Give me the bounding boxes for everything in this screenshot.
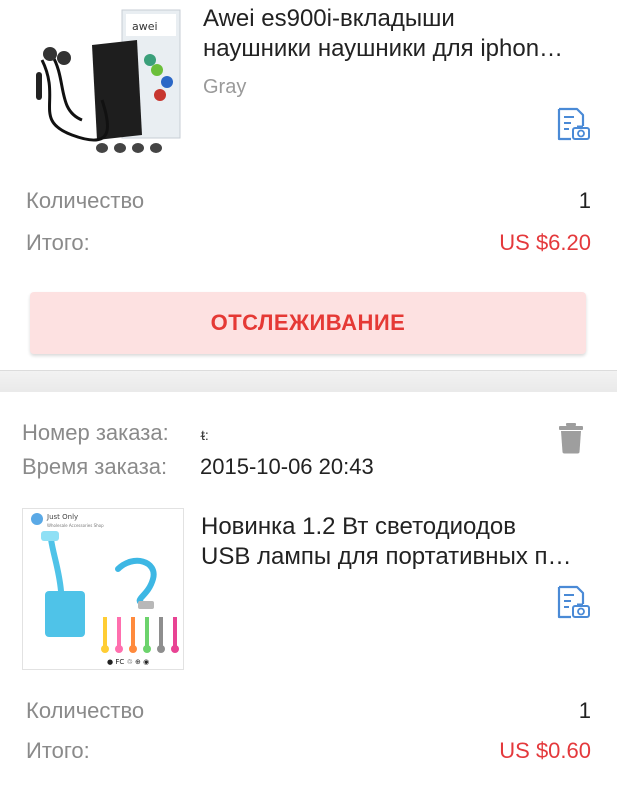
track-order-button[interactable]: ОТСЛЕЖИВАНИЕ — [30, 292, 586, 354]
order-time-value: 2015-10-06 20:43 — [200, 454, 374, 479]
product-title-line1: Новинка 1.2 Вт светодиодов — [201, 513, 516, 540]
svg-text:Just Only: Just Only — [46, 513, 78, 521]
total-label: Итого: — [26, 230, 90, 255]
product-title-line2: USB лампы для портативных п… — [201, 543, 572, 570]
quantity-value: 1 — [578, 188, 591, 213]
product-title[interactable]: Awei es900i-вкладыши наушники наушники д… — [203, 4, 598, 64]
quantity-label: Количество — [26, 188, 145, 213]
usb-lamp-image: Just Only Wholesale Accessories Shop ● F… — [23, 509, 183, 669]
order-time-label: Время заказа: — [22, 454, 168, 479]
product-variant: Gray — [203, 76, 247, 98]
product-thumbnail-earphones[interactable]: awei — [22, 0, 182, 160]
total-label: Итого: — [26, 738, 90, 763]
quantity-label: Количество — [26, 698, 145, 723]
order-card-2: Номер заказа: ᵵ: Время заказа: 2015-10-0… — [0, 392, 617, 800]
product-title-line1: Awei es900i-вкладыши — [203, 5, 455, 32]
screenshot-doc-icon[interactable] — [555, 106, 591, 142]
svg-text:awei: awei — [132, 20, 158, 33]
screenshot-doc-icon[interactable] — [555, 584, 591, 620]
svg-text:● FC ♲ ⊕ ◉: ● FC ♲ ⊕ ◉ — [107, 658, 149, 666]
earphones-image: awei — [22, 0, 182, 160]
product-title-line2: наушники наушники для iphon… — [203, 35, 564, 62]
card-separator — [0, 370, 617, 393]
svg-text:Wholesale Accessories Shop: Wholesale Accessories Shop — [47, 523, 104, 528]
track-order-label: ОТСЛЕЖИВАНИЕ — [210, 310, 406, 335]
total-value: US $0.60 — [499, 738, 591, 763]
order-number-label: Номер заказа: — [22, 420, 169, 445]
trash-icon[interactable] — [557, 422, 585, 454]
order-card-1: awei Awei es900i-вкладыши наушники наушн… — [0, 0, 617, 378]
quantity-value: 1 — [578, 698, 591, 723]
product-title[interactable]: Новинка 1.2 Вт светодиодов USB лампы для… — [201, 512, 596, 572]
order-number-value: ᵵ: — [201, 427, 209, 443]
product-thumbnail-usb-lamp[interactable]: Just Only Wholesale Accessories Shop ● F… — [22, 508, 184, 670]
total-value: US $6.20 — [499, 230, 591, 255]
